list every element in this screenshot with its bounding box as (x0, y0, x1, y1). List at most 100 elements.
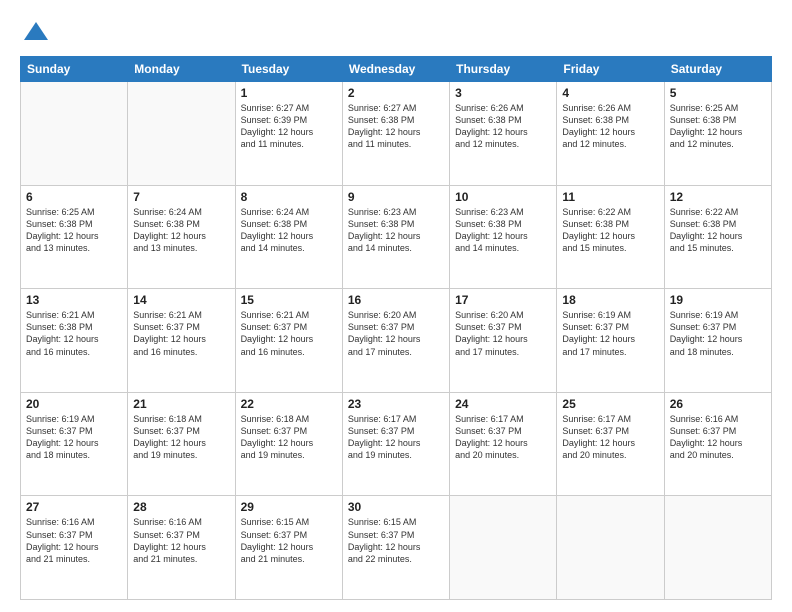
day-detail: Sunrise: 6:25 AM Sunset: 6:38 PM Dayligh… (670, 102, 766, 151)
calendar-day-cell: 24 Sunrise: 6:17 AM Sunset: 6:37 PM Dayli… (450, 392, 557, 496)
calendar-day-cell: 21 Sunrise: 6:18 AM Sunset: 6:37 PM Dayli… (128, 392, 235, 496)
weekday-header-cell: Thursday (450, 57, 557, 82)
weekday-header-cell: Sunday (21, 57, 128, 82)
calendar-week-row: 13 Sunrise: 6:21 AM Sunset: 6:38 PM Dayli… (21, 289, 772, 393)
calendar-week-row: 27 Sunrise: 6:16 AM Sunset: 6:37 PM Dayli… (21, 496, 772, 600)
day-number: 19 (670, 293, 766, 307)
day-detail: Sunrise: 6:23 AM Sunset: 6:38 PM Dayligh… (348, 206, 444, 255)
day-number: 18 (562, 293, 658, 307)
day-detail: Sunrise: 6:27 AM Sunset: 6:39 PM Dayligh… (241, 102, 337, 151)
calendar-day-cell: 17 Sunrise: 6:20 AM Sunset: 6:37 PM Dayli… (450, 289, 557, 393)
day-number: 22 (241, 397, 337, 411)
day-detail: Sunrise: 6:24 AM Sunset: 6:38 PM Dayligh… (241, 206, 337, 255)
calendar-day-cell: 14 Sunrise: 6:21 AM Sunset: 6:37 PM Dayli… (128, 289, 235, 393)
calendar-day-cell: 20Sunrise: 6:19 AM Sunset: 6:37 PM Dayli… (21, 392, 128, 496)
day-number: 26 (670, 397, 766, 411)
calendar-day-cell: 23 Sunrise: 6:17 AM Sunset: 6:37 PM Dayli… (342, 392, 449, 496)
day-number: 25 (562, 397, 658, 411)
calendar-day-cell (557, 496, 664, 600)
header (20, 18, 772, 46)
calendar-week-row: 1 Sunrise: 6:27 AM Sunset: 6:39 PM Daylig… (21, 82, 772, 186)
day-detail: Sunrise: 6:17 AM Sunset: 6:37 PM Dayligh… (455, 413, 551, 462)
calendar-week-row: 6 Sunrise: 6:25 AM Sunset: 6:38 PM Daylig… (21, 185, 772, 289)
day-number: 4 (562, 86, 658, 100)
calendar-day-cell: 29 Sunrise: 6:15 AM Sunset: 6:37 PM Dayli… (235, 496, 342, 600)
day-detail: Sunrise: 6:23 AM Sunset: 6:38 PM Dayligh… (455, 206, 551, 255)
calendar-day-cell: 15 Sunrise: 6:21 AM Sunset: 6:37 PM Dayli… (235, 289, 342, 393)
weekday-header-cell: Tuesday (235, 57, 342, 82)
calendar-day-cell: 10 Sunrise: 6:23 AM Sunset: 6:38 PM Dayli… (450, 185, 557, 289)
day-number: 29 (241, 500, 337, 514)
day-detail: Sunrise: 6:27 AM Sunset: 6:38 PM Dayligh… (348, 102, 444, 151)
calendar-day-cell: 22Sunrise: 6:18 AM Sunset: 6:37 PM Dayli… (235, 392, 342, 496)
calendar-day-cell: 16Sunrise: 6:20 AM Sunset: 6:37 PM Dayli… (342, 289, 449, 393)
day-detail: Sunrise: 6:20 AM Sunset: 6:37 PM Dayligh… (348, 309, 444, 358)
calendar-day-cell: 30Sunrise: 6:15 AM Sunset: 6:37 PM Dayli… (342, 496, 449, 600)
day-detail: Sunrise: 6:26 AM Sunset: 6:38 PM Dayligh… (562, 102, 658, 151)
day-detail: Sunrise: 6:21 AM Sunset: 6:37 PM Dayligh… (241, 309, 337, 358)
calendar-day-cell: 19 Sunrise: 6:19 AM Sunset: 6:37 PM Dayli… (664, 289, 771, 393)
day-detail: Sunrise: 6:22 AM Sunset: 6:38 PM Dayligh… (562, 206, 658, 255)
day-detail: Sunrise: 6:16 AM Sunset: 6:37 PM Dayligh… (26, 516, 122, 565)
day-number: 5 (670, 86, 766, 100)
calendar-day-cell: 11 Sunrise: 6:22 AM Sunset: 6:38 PM Dayli… (557, 185, 664, 289)
day-number: 23 (348, 397, 444, 411)
calendar-day-cell: 12 Sunrise: 6:22 AM Sunset: 6:38 PM Dayli… (664, 185, 771, 289)
calendar-day-cell: 2Sunrise: 6:27 AM Sunset: 6:38 PM Daylig… (342, 82, 449, 186)
day-detail: Sunrise: 6:21 AM Sunset: 6:37 PM Dayligh… (133, 309, 229, 358)
day-detail: Sunrise: 6:17 AM Sunset: 6:37 PM Dayligh… (348, 413, 444, 462)
day-number: 28 (133, 500, 229, 514)
calendar-day-cell: 3Sunrise: 6:26 AM Sunset: 6:38 PM Daylig… (450, 82, 557, 186)
day-detail: Sunrise: 6:18 AM Sunset: 6:37 PM Dayligh… (133, 413, 229, 462)
logo (20, 18, 50, 46)
calendar-day-cell: 27 Sunrise: 6:16 AM Sunset: 6:37 PM Dayli… (21, 496, 128, 600)
calendar-day-cell (21, 82, 128, 186)
calendar-day-cell: 4 Sunrise: 6:26 AM Sunset: 6:38 PM Daylig… (557, 82, 664, 186)
weekday-header-row: SundayMondayTuesdayWednesdayThursdayFrid… (21, 57, 772, 82)
day-detail: Sunrise: 6:22 AM Sunset: 6:38 PM Dayligh… (670, 206, 766, 255)
day-number: 17 (455, 293, 551, 307)
calendar-day-cell: 7Sunrise: 6:24 AM Sunset: 6:38 PM Daylig… (128, 185, 235, 289)
calendar-day-cell (128, 82, 235, 186)
day-detail: Sunrise: 6:15 AM Sunset: 6:37 PM Dayligh… (241, 516, 337, 565)
calendar-day-cell: 8 Sunrise: 6:24 AM Sunset: 6:38 PM Daylig… (235, 185, 342, 289)
day-number: 8 (241, 190, 337, 204)
day-number: 6 (26, 190, 122, 204)
day-detail: Sunrise: 6:20 AM Sunset: 6:37 PM Dayligh… (455, 309, 551, 358)
weekday-header-cell: Friday (557, 57, 664, 82)
logo-icon (22, 18, 50, 46)
day-number: 15 (241, 293, 337, 307)
calendar-table: SundayMondayTuesdayWednesdayThursdayFrid… (20, 56, 772, 600)
calendar-day-cell: 1 Sunrise: 6:27 AM Sunset: 6:39 PM Daylig… (235, 82, 342, 186)
day-number: 24 (455, 397, 551, 411)
calendar-day-cell (450, 496, 557, 600)
day-number: 20 (26, 397, 122, 411)
day-number: 14 (133, 293, 229, 307)
day-number: 12 (670, 190, 766, 204)
page: SundayMondayTuesdayWednesdayThursdayFrid… (0, 0, 792, 612)
day-detail: Sunrise: 6:25 AM Sunset: 6:38 PM Dayligh… (26, 206, 122, 255)
day-number: 11 (562, 190, 658, 204)
calendar-day-cell: 6 Sunrise: 6:25 AM Sunset: 6:38 PM Daylig… (21, 185, 128, 289)
calendar-day-cell: 18Sunrise: 6:19 AM Sunset: 6:37 PM Dayli… (557, 289, 664, 393)
calendar-body: 1 Sunrise: 6:27 AM Sunset: 6:39 PM Daylig… (21, 82, 772, 600)
day-number: 13 (26, 293, 122, 307)
day-detail: Sunrise: 6:21 AM Sunset: 6:38 PM Dayligh… (26, 309, 122, 358)
day-number: 27 (26, 500, 122, 514)
day-number: 9 (348, 190, 444, 204)
calendar-day-cell: 28Sunrise: 6:16 AM Sunset: 6:37 PM Dayli… (128, 496, 235, 600)
calendar-day-cell: 26 Sunrise: 6:16 AM Sunset: 6:37 PM Dayli… (664, 392, 771, 496)
calendar-day-cell: 5 Sunrise: 6:25 AM Sunset: 6:38 PM Daylig… (664, 82, 771, 186)
day-detail: Sunrise: 6:19 AM Sunset: 6:37 PM Dayligh… (670, 309, 766, 358)
calendar-day-cell: 13 Sunrise: 6:21 AM Sunset: 6:38 PM Dayli… (21, 289, 128, 393)
day-number: 1 (241, 86, 337, 100)
day-detail: Sunrise: 6:16 AM Sunset: 6:37 PM Dayligh… (670, 413, 766, 462)
day-number: 3 (455, 86, 551, 100)
day-detail: Sunrise: 6:17 AM Sunset: 6:37 PM Dayligh… (562, 413, 658, 462)
day-number: 21 (133, 397, 229, 411)
day-number: 10 (455, 190, 551, 204)
calendar-week-row: 20Sunrise: 6:19 AM Sunset: 6:37 PM Dayli… (21, 392, 772, 496)
weekday-header-cell: Monday (128, 57, 235, 82)
calendar-day-cell (664, 496, 771, 600)
calendar-day-cell: 25 Sunrise: 6:17 AM Sunset: 6:37 PM Dayli… (557, 392, 664, 496)
